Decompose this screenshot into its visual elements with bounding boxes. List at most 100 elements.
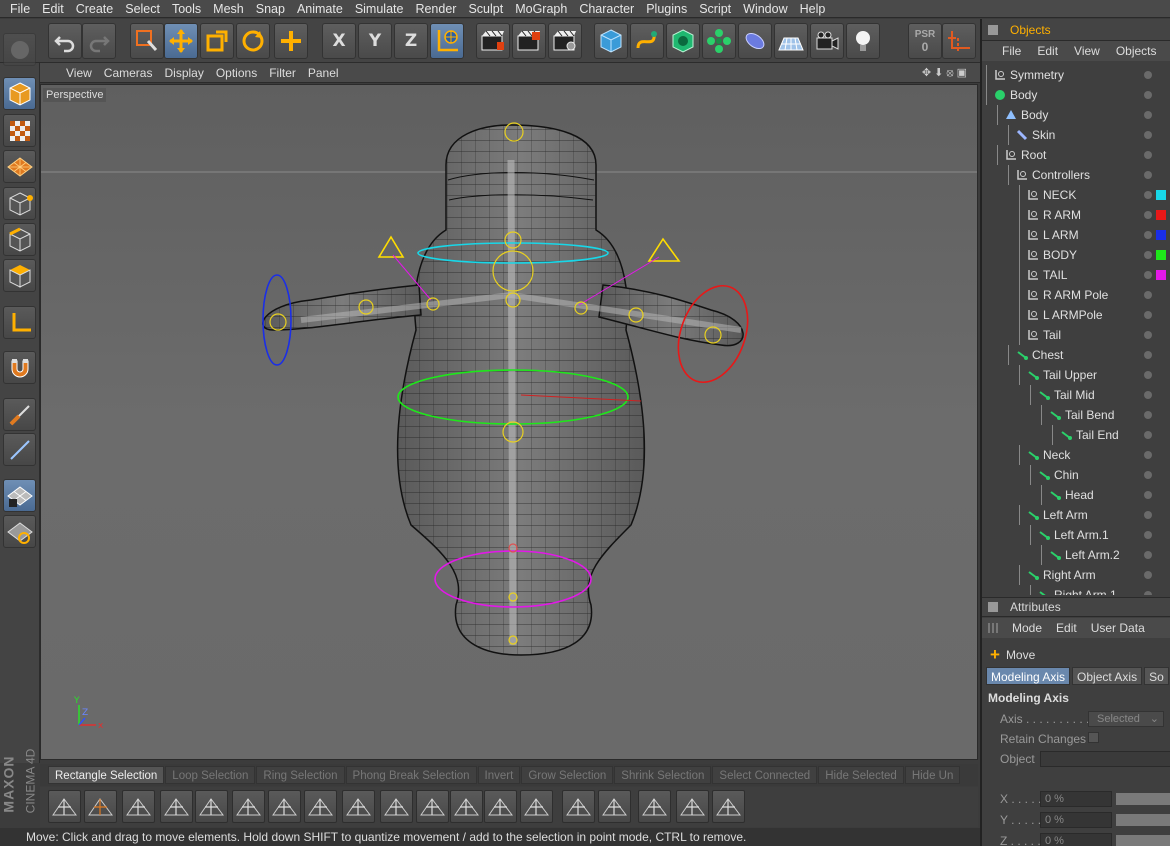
visibility-dot-icon[interactable] — [1144, 131, 1152, 139]
object-item[interactable]: Body — [994, 85, 1037, 105]
subdivision-surface-button[interactable] — [666, 23, 700, 59]
x-axis-lock-button[interactable]: X — [322, 23, 356, 59]
menu-render[interactable]: Render — [409, 2, 462, 16]
selection-tool-select-connected[interactable]: Select Connected — [712, 766, 818, 784]
object-row-body[interactable]: BODY — [986, 245, 1168, 265]
object-item[interactable]: Chest — [1016, 345, 1063, 365]
object-item[interactable]: Tail Mid — [1038, 385, 1095, 405]
optimize-button[interactable] — [676, 790, 709, 823]
object-row-tail-bend[interactable]: Tail Bend — [986, 405, 1168, 425]
brush-button[interactable] — [342, 790, 375, 823]
visibility-dot-icon[interactable] — [1144, 311, 1152, 319]
attributes-menu-edit[interactable]: Edit — [1056, 621, 1077, 635]
move-tool-button[interactable] — [164, 23, 198, 59]
object-item[interactable]: Left Arm.1 — [1038, 525, 1109, 545]
object-row-root[interactable]: Root — [986, 145, 1168, 165]
workplane-button[interactable] — [942, 23, 976, 59]
visibility-dot-icon[interactable] — [1144, 171, 1152, 179]
close-hole-button[interactable] — [638, 790, 671, 823]
objects-panel-header[interactable]: Objects — [982, 19, 1170, 41]
axis-dropdown[interactable]: Selected ⌄ — [1088, 711, 1164, 727]
redo-button[interactable] — [82, 23, 116, 59]
selection-tool-shrink-selection[interactable]: Shrink Selection — [614, 766, 712, 784]
align-normals-button[interactable] — [712, 790, 745, 823]
object-row-skin[interactable]: Skin — [986, 125, 1168, 145]
camera-object-button[interactable] — [810, 23, 844, 59]
workplane-mode-button[interactable] — [3, 150, 36, 183]
model-mode-button[interactable] — [3, 77, 36, 110]
live-selection-button[interactable] — [130, 23, 164, 59]
object-item[interactable]: Controllers — [1016, 165, 1090, 185]
object-row-head[interactable]: Head — [986, 485, 1168, 505]
menu-character[interactable]: Character — [573, 2, 640, 16]
object-item[interactable]: Tail — [1027, 325, 1061, 345]
object-row-left-arm-1[interactable]: Left Arm.1 — [986, 525, 1168, 545]
object-item[interactable]: R ARM — [1027, 205, 1081, 225]
object-item[interactable]: Head — [1049, 485, 1094, 505]
render-view-button[interactable] — [476, 23, 510, 59]
object-item[interactable]: Body — [1005, 105, 1048, 125]
menu-tools[interactable]: Tools — [166, 2, 207, 16]
object-item[interactable]: L ARM — [1027, 225, 1079, 245]
visibility-dot-icon[interactable] — [1144, 551, 1152, 559]
menu-mesh[interactable]: Mesh — [207, 2, 250, 16]
visibility-dot-icon[interactable] — [1144, 71, 1152, 79]
object-item[interactable]: Left Arm.2 — [1049, 545, 1120, 565]
object-item[interactable]: Skin — [1016, 125, 1055, 145]
knife-button[interactable] — [48, 790, 81, 823]
menu-help[interactable]: Help — [794, 2, 832, 16]
visibility-dot-icon[interactable] — [1144, 211, 1152, 219]
object-item[interactable]: Chin — [1038, 465, 1079, 485]
viewport-menu-options[interactable]: Options — [210, 66, 263, 80]
visibility-dot-icon[interactable] — [1144, 111, 1152, 119]
grip-icon[interactable] — [988, 623, 998, 633]
menu-animate[interactable]: Animate — [291, 2, 349, 16]
visibility-dot-icon[interactable] — [1144, 191, 1152, 199]
tab-object-axis[interactable]: Object Axis — [1072, 667, 1143, 685]
visibility-dot-icon[interactable] — [1144, 411, 1152, 419]
object-item[interactable]: Tail Upper — [1027, 365, 1097, 385]
visibility-dot-icon[interactable] — [1144, 511, 1152, 519]
visibility-dot-icon[interactable] — [1144, 451, 1152, 459]
menu-snap[interactable]: Snap — [250, 2, 291, 16]
object-row-chin[interactable]: Chin — [986, 465, 1168, 485]
object-row-left-arm[interactable]: Left Arm — [986, 505, 1168, 525]
character-mesh[interactable] — [262, 124, 744, 656]
object-row-chest[interactable]: Chest — [986, 345, 1168, 365]
edges-mode-button[interactable] — [3, 223, 36, 256]
coord-field[interactable]: 0 % — [1040, 812, 1112, 828]
object-item[interactable]: Neck — [1027, 445, 1070, 465]
menu-window[interactable]: Window — [737, 2, 793, 16]
cube-wire-button[interactable] — [232, 790, 265, 823]
points-mode-button[interactable] — [3, 187, 36, 220]
object-item[interactable]: L ARMPole — [1027, 305, 1103, 325]
object-row-neck[interactable]: NECK — [986, 185, 1168, 205]
visibility-dot-icon[interactable] — [1144, 231, 1152, 239]
menu-mograph[interactable]: MoGraph — [509, 2, 573, 16]
object-item[interactable]: Root — [1005, 145, 1046, 165]
object-item[interactable]: Left Arm — [1027, 505, 1088, 525]
panel-menu-icon[interactable] — [988, 24, 998, 35]
texture-mode-button[interactable] — [3, 114, 36, 147]
menu-plugins[interactable]: Plugins — [640, 2, 693, 16]
visibility-dot-icon[interactable] — [1144, 271, 1152, 279]
visibility-dot-icon[interactable] — [1144, 431, 1152, 439]
object-row-controllers[interactable]: Controllers — [986, 165, 1168, 185]
visibility-dot-icon[interactable] — [1144, 291, 1152, 299]
object-row-body[interactable]: Body — [986, 85, 1168, 105]
object-row-r-arm[interactable]: R ARM — [986, 205, 1168, 225]
stitch-button[interactable] — [598, 790, 631, 823]
y-axis-lock-button[interactable]: Y — [358, 23, 392, 59]
menu-script[interactable]: Script — [693, 2, 737, 16]
objects-menu-file[interactable]: File — [1002, 44, 1021, 58]
viewport-menu-display[interactable]: Display — [158, 66, 209, 80]
coord-field[interactable]: 0 % — [1040, 791, 1112, 807]
polygons-mode-button[interactable] — [3, 259, 36, 292]
object-row-l-arm[interactable]: L ARM — [986, 225, 1168, 245]
selection-tool-invert[interactable]: Invert — [477, 766, 521, 784]
menu-select[interactable]: Select — [119, 2, 166, 16]
selection-tool-ring-selection[interactable]: Ring Selection — [256, 766, 345, 784]
object-row-r-arm-pole[interactable]: R ARM Pole — [986, 285, 1168, 305]
menu-file[interactable]: File — [4, 2, 36, 16]
psr-lock-button[interactable]: PSR 0 — [908, 23, 942, 59]
